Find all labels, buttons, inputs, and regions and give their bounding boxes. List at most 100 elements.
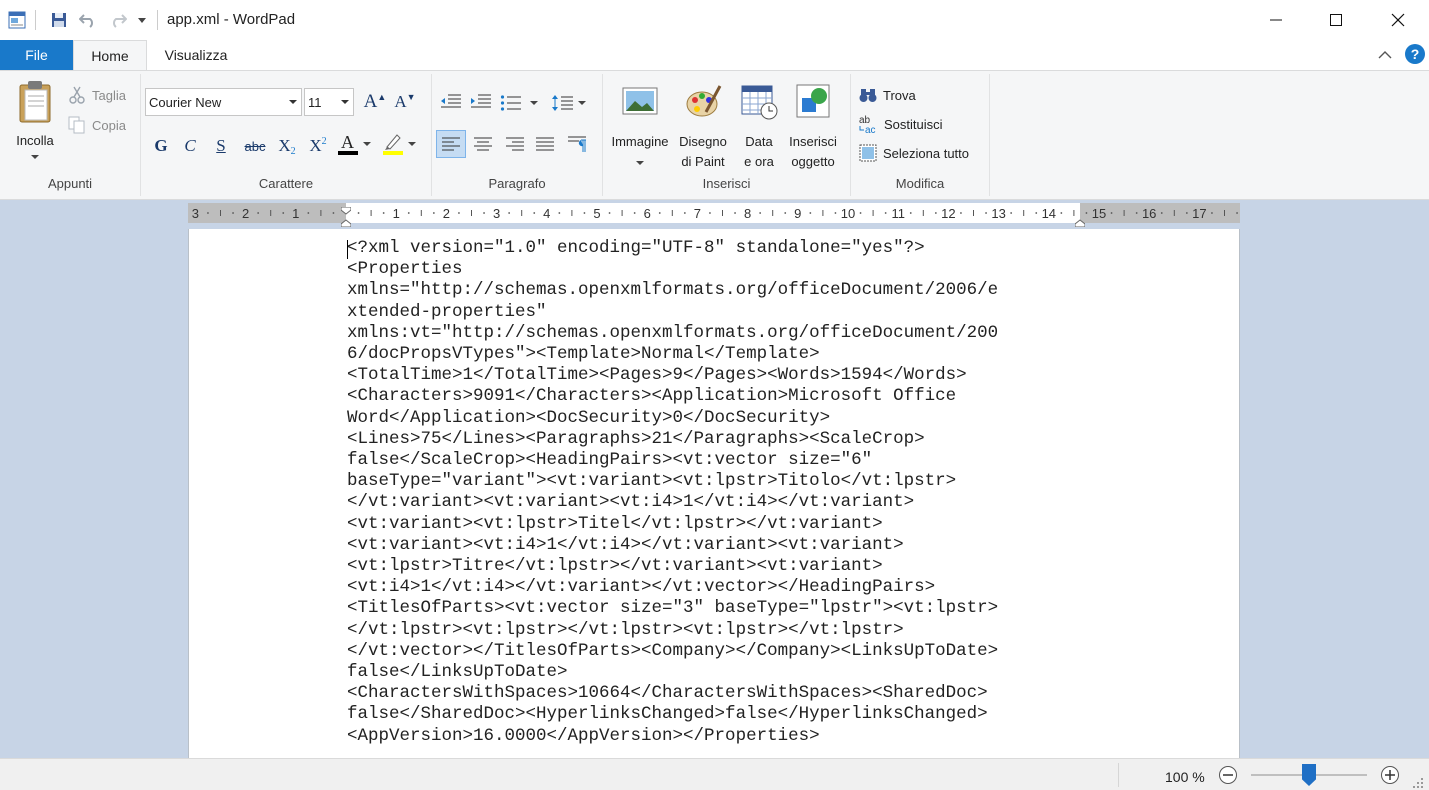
document-page[interactable]: <?xml version="1.0" encoding="UTF-8" sta… bbox=[188, 229, 1240, 758]
group-insert: Immagine Disegno di Paint Data e ora Ins… bbox=[603, 74, 851, 196]
justify-button[interactable] bbox=[532, 130, 558, 158]
group-label-insert: Inserisci bbox=[702, 176, 751, 191]
decrease-indent-button[interactable] bbox=[440, 92, 464, 114]
document-line[interactable]: baseType="variant"><vt:variant><vt:lpstr… bbox=[347, 471, 998, 492]
text-color-button[interactable]: A bbox=[336, 132, 372, 156]
document-line[interactable]: <AppVersion>16.0000</AppVersion></Proper… bbox=[347, 726, 998, 747]
font-family-select[interactable]: Courier New bbox=[145, 88, 302, 116]
tab-home[interactable]: Home bbox=[73, 40, 147, 71]
document-line[interactable]: <?xml version="1.0" encoding="UTF-8" sta… bbox=[347, 238, 998, 259]
title-divider bbox=[157, 10, 158, 30]
document-line[interactable]: xmlns="http://schemas.openxmlformats.org… bbox=[347, 280, 998, 301]
font-size-select[interactable]: 11 bbox=[304, 88, 354, 116]
bullets-button[interactable] bbox=[500, 92, 542, 114]
tab-file[interactable]: File bbox=[0, 40, 73, 70]
paste-dropdown-icon[interactable] bbox=[31, 154, 39, 160]
close-icon bbox=[1391, 13, 1405, 27]
ruler-tick bbox=[232, 212, 234, 214]
document-text[interactable]: <?xml version="1.0" encoding="UTF-8" sta… bbox=[347, 238, 998, 747]
cut-button[interactable]: Taglia bbox=[68, 84, 126, 106]
select-all-icon bbox=[859, 144, 877, 162]
find-button[interactable]: Trova bbox=[859, 84, 916, 106]
paragraph-settings-button[interactable] bbox=[564, 130, 590, 158]
underline-button[interactable]: S bbox=[209, 134, 233, 158]
document-line[interactable]: false</SharedDoc><HyperlinksChanged>fals… bbox=[347, 704, 998, 725]
document-line[interactable]: <Lines>75</Lines><Paragraphs>21</Paragra… bbox=[347, 429, 998, 450]
document-line[interactable]: <TitlesOfParts><vt:vector size="3" baseT… bbox=[347, 598, 998, 619]
bold-button[interactable]: G bbox=[149, 134, 173, 158]
undo-icon[interactable] bbox=[77, 10, 99, 30]
left-indent-marker[interactable] bbox=[340, 215, 352, 228]
align-center-button[interactable] bbox=[470, 130, 496, 158]
document-line[interactable]: <TotalTime>1</TotalTime><Pages>9</Pages>… bbox=[347, 365, 998, 386]
paint-drawing-button[interactable]: Disegno di Paint bbox=[675, 82, 731, 172]
align-left-button[interactable] bbox=[436, 130, 466, 158]
insert-object-button[interactable]: Inserisci oggetto bbox=[786, 82, 840, 172]
document-line[interactable]: xtended-properties" bbox=[347, 302, 998, 323]
minimize-button[interactable] bbox=[1253, 0, 1299, 40]
ruler-label: 1 bbox=[393, 206, 400, 221]
document-line[interactable]: </vt:vector></TitlesOfParts><Company></C… bbox=[347, 641, 998, 662]
insert-object-icon bbox=[796, 84, 830, 118]
zoom-in-button[interactable] bbox=[1380, 765, 1400, 785]
close-button[interactable] bbox=[1375, 0, 1421, 40]
cut-label: Taglia bbox=[92, 87, 126, 103]
document-line[interactable]: <vt:variant><vt:lpstr>Titel</vt:lpstr></… bbox=[347, 514, 998, 535]
document-line[interactable]: xmlns:vt="http://schemas.openxmlformats.… bbox=[347, 323, 998, 344]
font-size-value: 11 bbox=[308, 94, 322, 110]
paste-button[interactable]: Incolla bbox=[10, 80, 60, 170]
highlighter-icon bbox=[384, 134, 401, 150]
zoom-slider-thumb[interactable] bbox=[1302, 764, 1316, 786]
customize-quick-access-icon[interactable] bbox=[135, 10, 149, 30]
line-spacing-button[interactable] bbox=[552, 92, 594, 114]
help-icon[interactable]: ? bbox=[1405, 44, 1425, 64]
insert-picture-button[interactable]: Immagine bbox=[608, 82, 672, 172]
group-clipboard: Incolla Taglia Copia Appunti bbox=[0, 74, 141, 196]
document-line[interactable]: <CharactersWithSpaces>10664</CharactersW… bbox=[347, 683, 998, 704]
datetime-button[interactable]: Data e ora bbox=[734, 82, 784, 172]
document-line[interactable]: <vt:variant><vt:i4>1</vt:i4></vt:variant… bbox=[347, 535, 998, 556]
document-line[interactable]: </vt:lpstr><vt:lpstr></vt:lpstr><vt:lpst… bbox=[347, 620, 998, 641]
first-line-indent-marker[interactable] bbox=[340, 203, 352, 215]
superscript-button[interactable]: X2 bbox=[305, 134, 331, 158]
ruler-label: 16 bbox=[1142, 206, 1156, 221]
italic-button[interactable]: C bbox=[178, 134, 202, 158]
resize-grip-icon[interactable] bbox=[1412, 777, 1424, 789]
document-line[interactable]: </vt:variant><vt:variant><vt:i4>1</vt:i4… bbox=[347, 492, 998, 513]
copy-button[interactable]: Copia bbox=[68, 114, 126, 136]
document-line[interactable]: false</ScaleCrop><HeadingPairs><vt:vecto… bbox=[347, 450, 998, 471]
collapse-ribbon-icon[interactable] bbox=[1376, 46, 1394, 64]
maximize-button[interactable] bbox=[1313, 0, 1359, 40]
ruler-tick bbox=[432, 212, 435, 214]
ruler-tick bbox=[985, 212, 987, 214]
subscript-button[interactable]: X2 bbox=[274, 134, 300, 158]
save-icon[interactable] bbox=[48, 10, 70, 30]
document-line[interactable]: <vt:i4>1</vt:i4></vt:variant></vt:vector… bbox=[347, 577, 998, 598]
ruler-tick bbox=[633, 212, 636, 214]
align-right-button[interactable] bbox=[502, 130, 528, 158]
replace-button[interactable]: ab ac Sostituisci bbox=[859, 113, 943, 135]
document-line[interactable]: Word</Application><DocSecurity>0</DocSec… bbox=[347, 408, 998, 429]
document-line[interactable]: <Characters>9091</Characters><Applicatio… bbox=[347, 386, 998, 407]
shrink-font-button[interactable]: A ▼ bbox=[393, 90, 417, 114]
select-all-button[interactable]: Seleziona tutto bbox=[859, 142, 969, 164]
document-line[interactable]: false</LinksUpToDate> bbox=[347, 662, 998, 683]
grow-font-button[interactable]: A ▲ bbox=[363, 90, 387, 114]
increase-indent-button[interactable] bbox=[470, 92, 494, 114]
document-line[interactable]: 6/docPropsVTypes"><Template>Normal</Temp… bbox=[347, 344, 998, 365]
ruler-tick bbox=[658, 212, 661, 214]
zoom-out-button[interactable] bbox=[1218, 765, 1238, 785]
ruler[interactable]: 3 2 1 1 2 3 4 5 6 7 8 9 10 11 12 13 14 15 16 17 bbox=[188, 203, 1240, 228]
document-line[interactable]: <Properties bbox=[347, 259, 998, 280]
tab-view[interactable]: Visualizza bbox=[147, 40, 245, 70]
ruler-tick bbox=[1010, 212, 1013, 214]
redo-icon[interactable] bbox=[107, 10, 129, 30]
document-line[interactable]: <vt:lpstr>Titre</vt:lpstr></vt:variant><… bbox=[347, 556, 998, 577]
ruler-tick bbox=[909, 212, 912, 214]
wordpad-app-icon[interactable] bbox=[6, 10, 28, 30]
ruler-tick bbox=[1085, 212, 1088, 214]
strikethrough-button[interactable]: abc bbox=[240, 134, 270, 158]
right-indent-marker[interactable] bbox=[1074, 215, 1086, 228]
highlight-button[interactable] bbox=[379, 132, 419, 156]
document-canvas: 3 2 1 1 2 3 4 5 6 7 8 9 10 11 12 13 14 15 16 17 <?xml versi… bbox=[0, 200, 1429, 758]
